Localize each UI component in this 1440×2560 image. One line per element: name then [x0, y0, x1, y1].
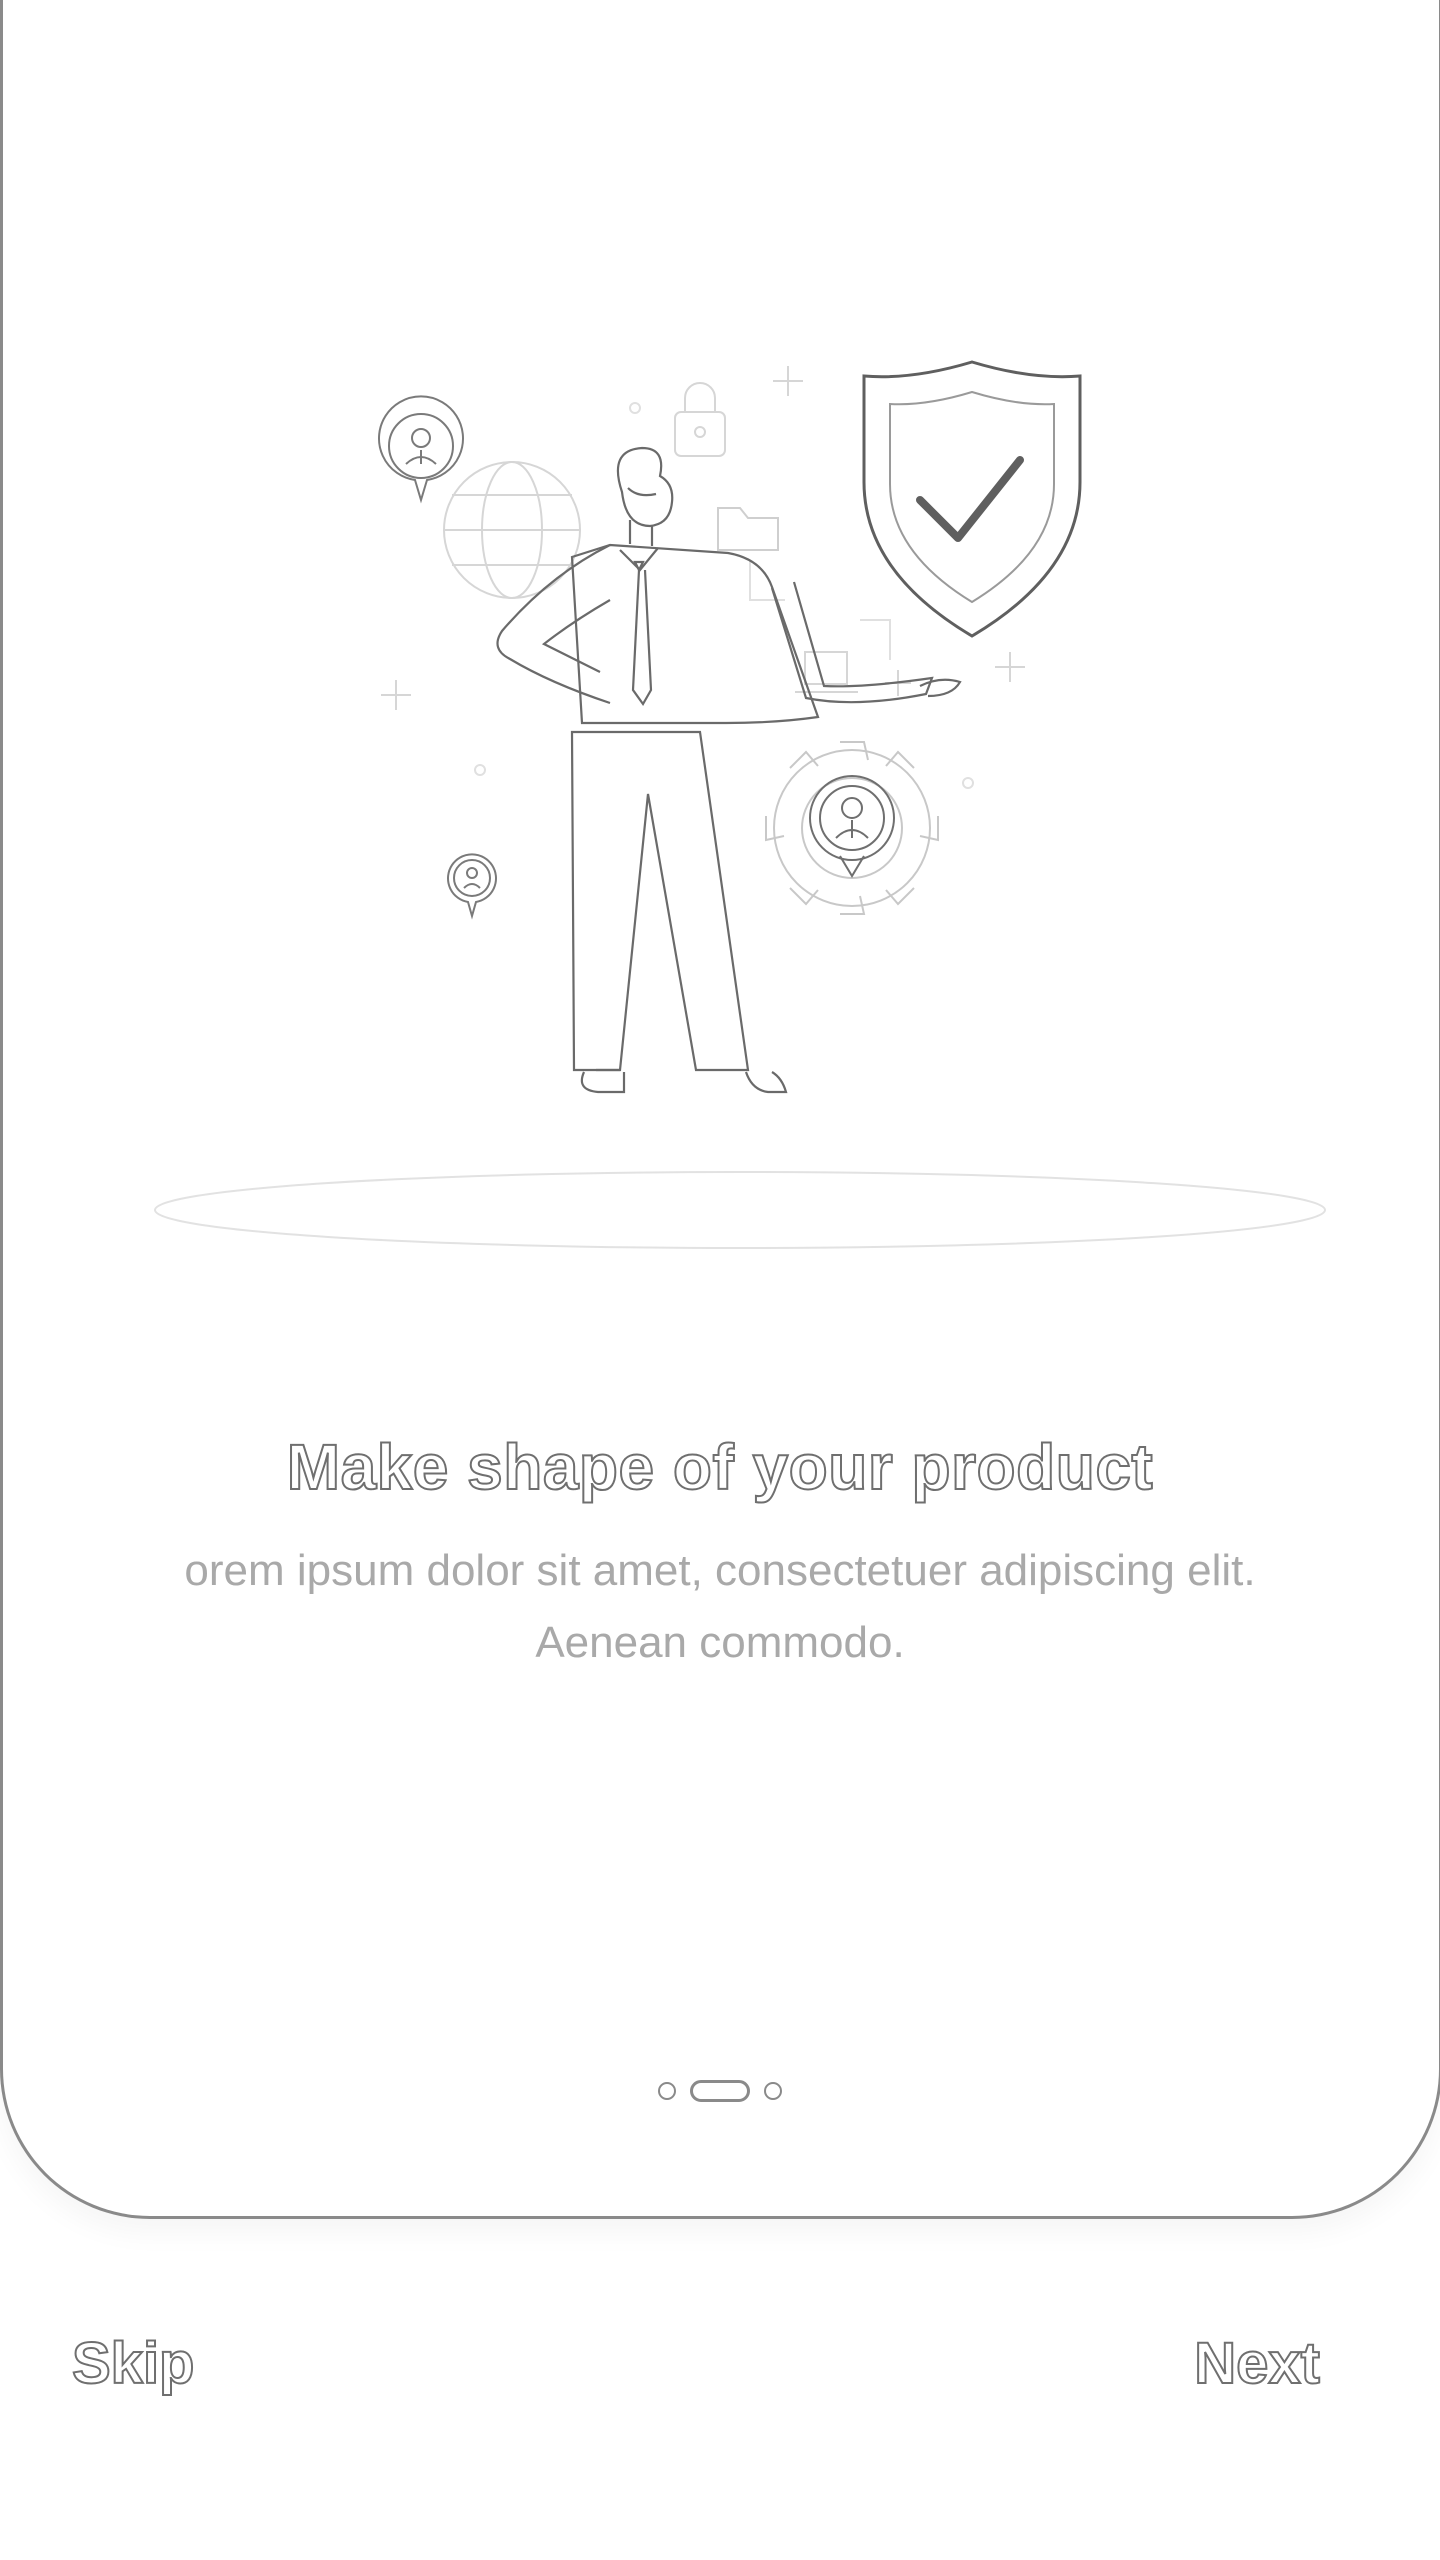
businessman-figure: [496, 446, 962, 1094]
skip-button[interactable]: Skip: [71, 2330, 195, 2397]
ground-shadow: [154, 1171, 1326, 1249]
padlock-icon: [674, 382, 726, 457]
plus-icon: [381, 366, 1025, 710]
page-indicator-dot-2-active[interactable]: [690, 2080, 750, 2102]
page-indicator: [0, 2080, 1440, 2102]
page-indicator-dot-1[interactable]: [658, 2082, 676, 2100]
next-button[interactable]: Next: [1193, 2330, 1321, 2397]
user-pin-icon: [809, 775, 895, 878]
user-pin-icon: [378, 395, 464, 504]
onboarding-illustration: [154, 360, 1326, 1249]
page-title: Make shape of your product: [286, 1430, 1154, 1504]
onboarding-screen: Make shape of your product orem ipsum do…: [0, 0, 1440, 2560]
user-pin-icon: [447, 853, 497, 920]
page-description: orem ipsum dolor sit amet, consectetuer …: [184, 1546, 1256, 1667]
shield-check-icon: [862, 360, 1082, 638]
page-indicator-dot-3[interactable]: [764, 2082, 782, 2100]
folder-icon: [717, 507, 779, 551]
